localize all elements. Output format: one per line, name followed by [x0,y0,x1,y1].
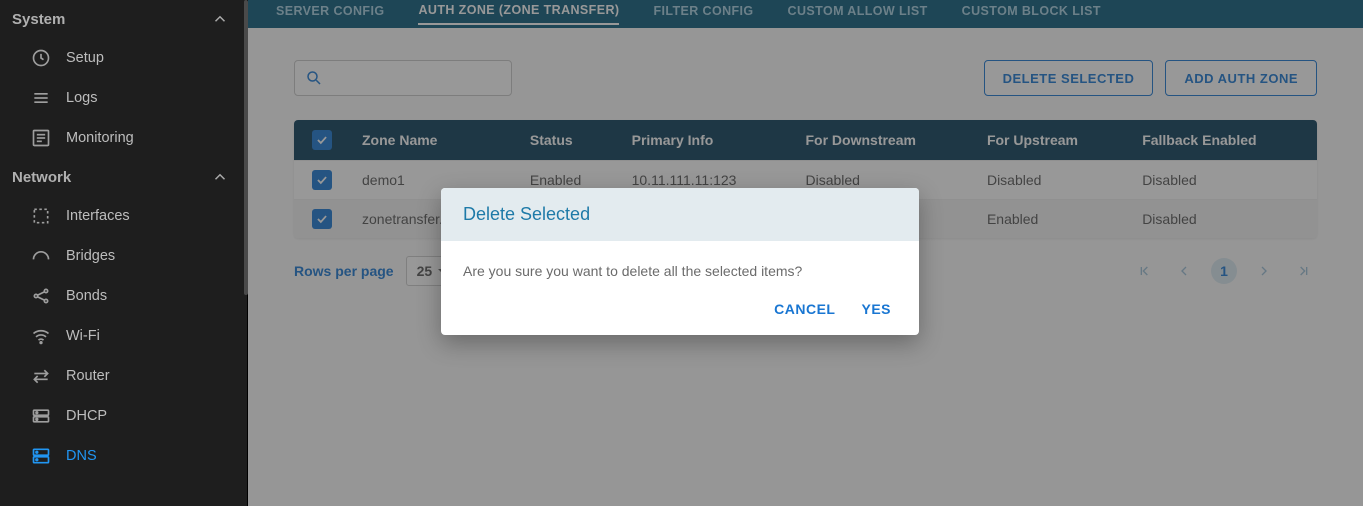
sidebar-item-interfaces[interactable]: Interfaces [0,196,247,236]
sidebar-item-wifi[interactable]: Wi-Fi [0,316,247,356]
sidebar-section-label: System [12,11,65,28]
sidebar-item-logs[interactable]: Logs [0,78,247,118]
wifi-icon [30,326,52,346]
chevron-up-icon [211,168,229,186]
sidebar-section-system[interactable]: System [0,0,247,38]
clock-icon [30,48,52,68]
dialog-title: Delete Selected [441,188,919,241]
share-icon [30,286,52,306]
sidebar-item-label: Setup [66,50,104,66]
sidebar-item-label: Router [66,368,110,384]
sidebar-item-label: Logs [66,90,97,106]
dashed-box-icon [30,206,52,226]
sidebar-item-setup[interactable]: Setup [0,38,247,78]
sidebar-item-bridges[interactable]: Bridges [0,236,247,276]
sidebar-item-dns[interactable]: DNS [0,436,247,476]
sidebar-item-label: DNS [66,448,97,464]
dns-icon [30,446,52,466]
sidebar-section-label: Network [12,169,71,186]
sidebar-item-label: Bonds [66,288,107,304]
list-icon [30,128,52,148]
dialog-message: Are you sure you want to delete all the … [441,241,919,289]
sidebar-item-bonds[interactable]: Bonds [0,276,247,316]
sidebar-item-label: Bridges [66,248,115,264]
sidebar-item-label: DHCP [66,408,107,424]
cancel-button[interactable]: CANCEL [774,301,835,317]
lines-icon [30,88,52,108]
sidebar: System Setup Logs Monitoring Network [0,0,248,506]
sidebar-section-network[interactable]: Network [0,158,247,196]
sidebar-item-label: Wi-Fi [66,328,100,344]
chevron-up-icon [211,10,229,28]
sidebar-item-label: Monitoring [66,130,134,146]
delete-confirm-dialog: Delete Selected Are you sure you want to… [441,188,919,335]
sidebar-item-dhcp[interactable]: DHCP [0,396,247,436]
sidebar-item-router[interactable]: Router [0,356,247,396]
yes-button[interactable]: YES [861,301,891,317]
arc-icon [30,246,52,266]
server-icon [30,406,52,426]
arrows-lr-icon [30,366,52,386]
sidebar-item-monitoring[interactable]: Monitoring [0,118,247,158]
sidebar-item-label: Interfaces [66,208,130,224]
